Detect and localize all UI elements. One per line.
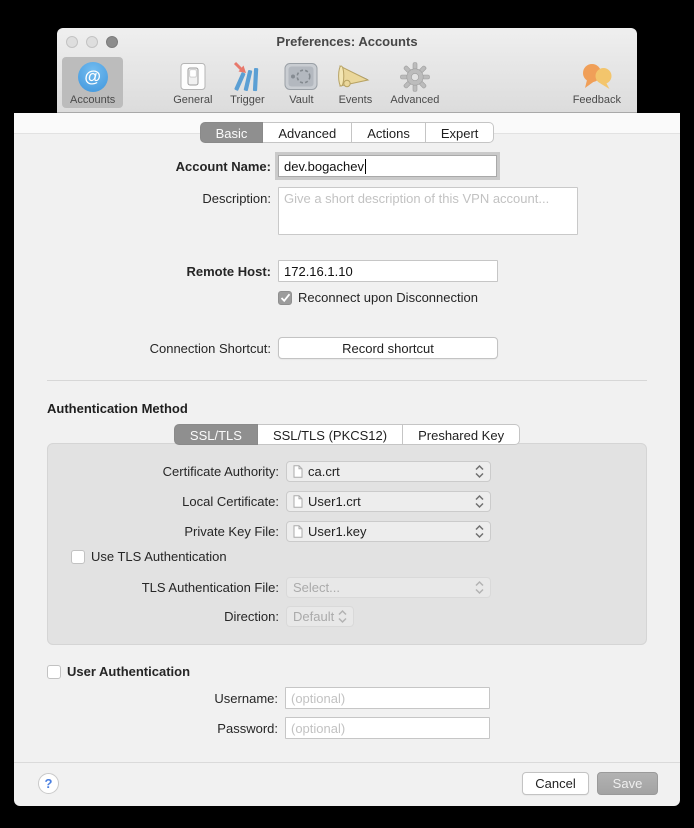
toolbar-item-trigger[interactable]: Trigger (220, 57, 274, 108)
safe-icon (284, 60, 318, 94)
tab-ssl-tls-pkcs12[interactable]: SSL/TLS (PKCS12) (258, 424, 403, 445)
reconnect-checkbox-label: Reconnect upon Disconnection (298, 290, 478, 305)
popup-chevrons-icon (475, 464, 484, 479)
toolbar-item-general[interactable]: General (165, 57, 220, 108)
cancel-button[interactable]: Cancel (522, 772, 589, 795)
popup-chevrons-icon (475, 580, 484, 595)
password-input[interactable] (285, 717, 490, 739)
gear-icon (399, 60, 431, 94)
popup-chevrons-icon (338, 609, 347, 624)
local-certificate-popup[interactable]: User1.crt (286, 491, 491, 512)
account-name-input[interactable]: dev.bogachev (278, 155, 497, 177)
password-label: Password: (22, 721, 278, 736)
reconnect-checkbox[interactable] (278, 291, 292, 305)
toolbar-item-vault[interactable]: Vault (274, 57, 328, 108)
accounts-at-icon: @ (78, 60, 108, 94)
tab-expert[interactable]: Expert (426, 122, 495, 143)
username-input[interactable] (285, 687, 490, 709)
toolbar-item-label: Events (339, 94, 373, 106)
toolbar-item-label: General (173, 94, 212, 106)
toolbar-item-label: Feedback (573, 94, 621, 106)
tls-authentication-file-label: TLS Authentication File: (53, 580, 279, 595)
auth-method-tab-bar: SSL/TLS SSL/TLS (PKCS12) Preshared Key (14, 424, 680, 445)
megaphone-icon (337, 60, 373, 94)
text-caret (365, 159, 366, 174)
auth-method-panel: Certificate Authority: ca.crt Local Cert… (47, 443, 647, 645)
description-textarea[interactable] (278, 187, 578, 235)
document-icon (293, 465, 303, 478)
remote-host-label: Remote Host: (22, 264, 271, 279)
account-name-label: Account Name: (22, 159, 271, 174)
chat-bubbles-icon (580, 60, 614, 94)
window-title: Preferences: Accounts (57, 28, 637, 56)
remote-host-input[interactable] (278, 260, 498, 282)
certificate-authority-popup[interactable]: ca.crt (286, 461, 491, 482)
checkmark-icon (280, 293, 291, 303)
account-tab-bar: Basic Advanced Actions Expert (14, 122, 680, 143)
popup-chevrons-icon (475, 494, 484, 509)
toolbar-item-label: Vault (289, 94, 313, 106)
tab-advanced[interactable]: Advanced (263, 122, 352, 143)
trigger-dominoes-icon (232, 60, 262, 94)
help-button[interactable]: ? (38, 773, 59, 794)
save-button[interactable]: Save (597, 772, 658, 795)
user-authentication-label: User Authentication (67, 664, 190, 679)
tab-ssl-tls[interactable]: SSL/TLS (174, 424, 258, 445)
user-authentication-checkbox[interactable] (47, 665, 61, 679)
authentication-method-heading: Authentication Method (47, 401, 188, 416)
local-certificate-label: Local Certificate: (53, 494, 279, 509)
minimize-window-button[interactable] (86, 36, 98, 48)
popup-chevrons-icon (475, 524, 484, 539)
toolbar-item-advanced[interactable]: Advanced (382, 57, 447, 108)
close-window-button[interactable] (66, 36, 78, 48)
toolbar-item-events[interactable]: Events (328, 57, 382, 108)
tab-actions[interactable]: Actions (352, 122, 426, 143)
preferences-window-chrome: Preferences: Accounts @ Accounts General (57, 28, 637, 113)
document-icon (293, 525, 303, 538)
toolbar-item-label: Accounts (70, 94, 115, 106)
document-icon (293, 495, 303, 508)
footer-divider (14, 762, 680, 763)
tab-basic[interactable]: Basic (200, 122, 264, 143)
certificate-authority-label: Certificate Authority: (53, 464, 279, 479)
toolbar: @ Accounts General (57, 56, 637, 108)
zoom-window-button[interactable] (106, 36, 118, 48)
titlebar: Preferences: Accounts (57, 28, 637, 56)
switch-icon (180, 60, 206, 94)
section-divider (47, 380, 647, 381)
tab-preshared-key[interactable]: Preshared Key (403, 424, 520, 445)
traffic-lights (66, 36, 118, 48)
account-settings-sheet: Basic Advanced Actions Expert Account Na… (14, 113, 680, 806)
toolbar-item-label: Advanced (390, 94, 439, 106)
use-tls-authentication-checkbox[interactable] (71, 550, 85, 564)
username-label: Username: (22, 691, 278, 706)
private-key-file-label: Private Key File: (53, 524, 279, 539)
tls-authentication-file-popup: Select... (286, 577, 491, 598)
toolbar-item-accounts[interactable]: @ Accounts (62, 57, 123, 108)
use-tls-authentication-label: Use TLS Authentication (91, 549, 227, 564)
toolbar-item-feedback[interactable]: Feedback (565, 57, 629, 108)
direction-label: Direction: (53, 609, 279, 624)
toolbar-item-label: Trigger (230, 94, 264, 106)
description-label: Description: (22, 187, 271, 206)
private-key-file-popup[interactable]: User1.key (286, 521, 491, 542)
connection-shortcut-label: Connection Shortcut: (22, 341, 271, 356)
record-shortcut-button[interactable]: Record shortcut (278, 337, 498, 359)
direction-popup: Default (286, 606, 354, 627)
